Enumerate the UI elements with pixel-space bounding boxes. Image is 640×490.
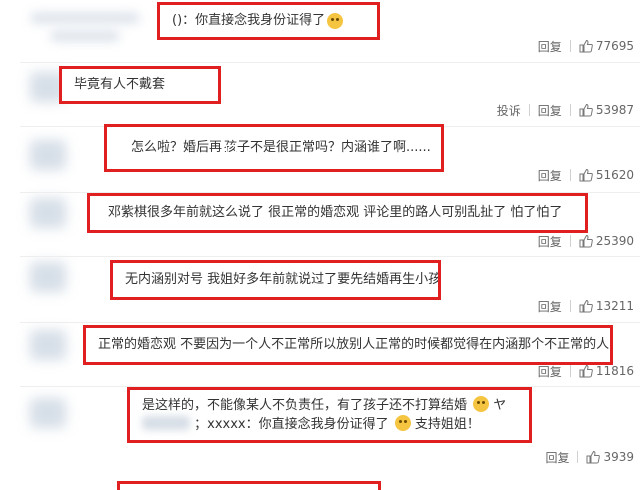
comment-text-content: ()：你直接念我身份证得了 bbox=[172, 13, 326, 28]
like-button[interactable]: 53987 bbox=[579, 103, 634, 117]
like-count: 13211 bbox=[595, 299, 634, 313]
blurred-avatar bbox=[30, 398, 66, 428]
divider bbox=[569, 104, 571, 116]
divider bbox=[569, 169, 571, 181]
like-button[interactable]: 11816 bbox=[579, 364, 634, 378]
like-button[interactable]: 13211 bbox=[579, 299, 634, 313]
thumbs-up-icon bbox=[579, 103, 593, 117]
comment-divider bbox=[20, 322, 640, 323]
divider bbox=[569, 235, 571, 247]
divider bbox=[569, 365, 571, 377]
comment-text: 无内涵别对号 我姐好多年前就说过了要先结婚再生小孩 bbox=[110, 260, 441, 300]
comment-text-content: 孩子不是很正常吗？内涵谁了啊...... bbox=[224, 140, 431, 155]
divider bbox=[528, 104, 530, 116]
like-count: 25390 bbox=[595, 234, 634, 248]
comment-text: 邓紫棋很多年前就这么说了 很正常的婚恋观 评论里的路人可别乱扯了 怕了怕了 bbox=[87, 193, 588, 233]
comment-text: ()：你直接念我身份证得了 bbox=[157, 2, 380, 40]
like-button[interactable]: 77695 bbox=[579, 39, 634, 53]
reply-button[interactable]: 回复 bbox=[538, 167, 562, 184]
comment-text: 怎么啦？婚后再 孩子不是很正常吗？内涵谁了啊...... bbox=[104, 124, 444, 172]
comment-text-content: 怎么啦？婚后再 bbox=[131, 140, 223, 155]
comment-actions: 回复 77695 bbox=[538, 37, 640, 55]
comment-text-content: 毕竟有人不戴套 bbox=[74, 77, 166, 92]
comment-divider bbox=[20, 256, 640, 257]
blurred-avatar bbox=[30, 140, 66, 170]
comment-text-content: 支持姐姐！ bbox=[414, 417, 480, 432]
comment-actions: 回复 11816 bbox=[538, 362, 640, 380]
like-button[interactable]: 51620 bbox=[579, 168, 634, 182]
reply-button[interactable]: 回复 bbox=[545, 449, 569, 466]
comment-text-content: 无内涵别对号 我姐好多年前就说过了要先结婚再生小孩 bbox=[125, 272, 441, 287]
like-button[interactable]: 25390 bbox=[579, 234, 634, 248]
like-count: 11816 bbox=[595, 364, 634, 378]
thumbs-up-icon bbox=[579, 364, 593, 378]
comment-text-content: 是这样的，不能像某人不负责任，有了孩子还不打算结婚 bbox=[142, 398, 468, 413]
reply-button[interactable]: 回复 bbox=[538, 102, 562, 119]
blurred-avatar bbox=[30, 198, 66, 228]
thumbs-up-icon bbox=[579, 234, 593, 248]
comment-text-partial bbox=[117, 481, 381, 490]
reply-button[interactable]: 回复 bbox=[538, 233, 562, 250]
doge-emoji-icon bbox=[394, 415, 411, 431]
comment-actions: 投诉 回复 53987 bbox=[497, 101, 640, 119]
reply-button[interactable]: 回复 bbox=[538, 298, 562, 315]
comment-line: 是这样的，不能像某人不负责任，有了孩子还不打算结婚 ヤ bbox=[142, 396, 506, 415]
comment-line: ；xxxxx：你直接念我身份证得了 支持姐姐！ bbox=[142, 415, 480, 434]
blurred-avatar bbox=[30, 330, 66, 360]
divider bbox=[577, 451, 579, 463]
comment-text-content: ；xxxxx：你直接念我身份证得了 bbox=[194, 417, 389, 432]
divider bbox=[569, 40, 571, 52]
comment-text-content: 邓紫棋很多年前就这么说了 很正常的婚恋观 评论里的路人可别乱扯了 怕了怕了 bbox=[108, 205, 563, 220]
like-count: 53987 bbox=[595, 103, 634, 117]
comment-actions: 回复 25390 bbox=[538, 232, 640, 250]
comment-actions: 回复 13211 bbox=[538, 297, 640, 315]
doge-emoji-icon bbox=[327, 13, 344, 29]
comment-text-content: 正常的婚恋观 不要因为一个人不正常所以放别人正常的时候都觉得在内涵那个不正常的人 bbox=[98, 337, 610, 352]
thumbs-up-icon bbox=[579, 168, 593, 182]
like-button[interactable]: 3939 bbox=[586, 450, 634, 464]
thumbs-up-icon bbox=[586, 450, 601, 464]
thumbs-up-icon bbox=[579, 39, 593, 53]
divider bbox=[569, 300, 571, 312]
comment-actions: 回复 51620 bbox=[538, 166, 640, 184]
comment-actions: 回复 3939 bbox=[545, 448, 640, 466]
reply-button[interactable]: 回复 bbox=[538, 363, 562, 380]
like-count: 77695 bbox=[595, 39, 634, 53]
report-button[interactable]: 投诉 bbox=[497, 102, 521, 119]
blurred-username bbox=[50, 30, 120, 42]
comment-text: 是这样的，不能像某人不负责任，有了孩子还不打算结婚 ヤ ；xxxxx：你直接念我… bbox=[127, 387, 532, 443]
comment-text: 毕竟有人不戴套 bbox=[59, 66, 221, 104]
comment-text-tail: ヤ bbox=[493, 398, 507, 413]
comment-divider bbox=[20, 62, 640, 63]
like-count: 51620 bbox=[595, 168, 634, 182]
blurred-username bbox=[142, 416, 190, 430]
like-count: 3939 bbox=[603, 450, 634, 464]
blurred-username bbox=[30, 12, 140, 24]
comment-text: 正常的婚恋观 不要因为一个人不正常所以放别人正常的时候都觉得在内涵那个不正常的人 bbox=[83, 325, 613, 365]
blurred-avatar bbox=[30, 262, 66, 292]
thumbs-up-icon bbox=[579, 299, 593, 313]
reply-button[interactable]: 回复 bbox=[538, 38, 562, 55]
doge-emoji-icon bbox=[473, 396, 490, 412]
